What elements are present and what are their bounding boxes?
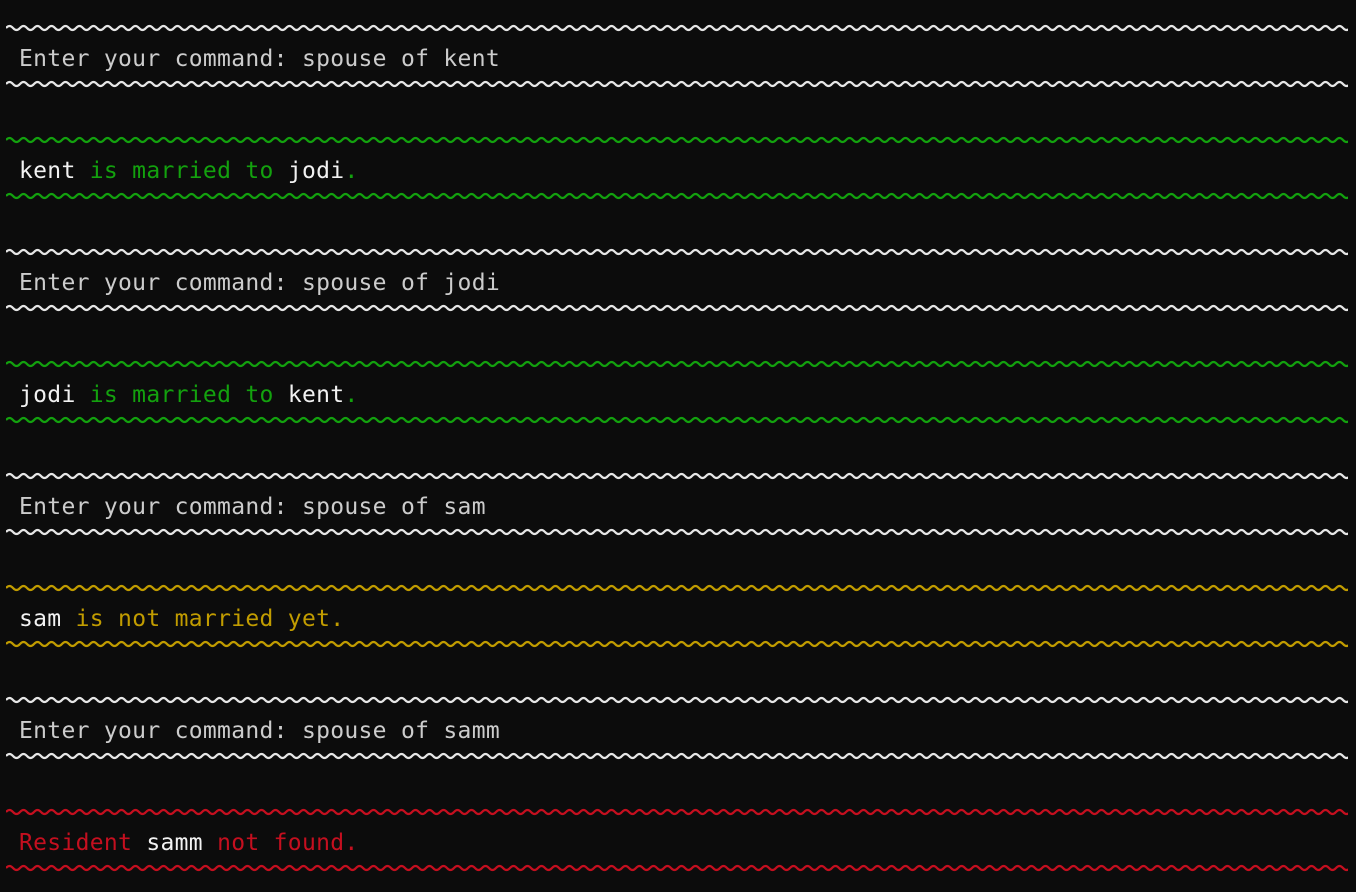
spouse-result-line: jodi is married to kent. <box>19 381 359 409</box>
prompt-bottom-rule <box>6 528 1348 536</box>
warning-bottom-rule <box>6 640 1348 648</box>
prompt-bottom-rule <box>6 752 1348 760</box>
resident-name: sam <box>19 606 62 632</box>
prompt-bottom-rule <box>6 80 1348 88</box>
warning-message: is not married yet. <box>61 606 345 632</box>
error-message: not found. <box>202 830 359 856</box>
warning-top-rule <box>6 584 1348 592</box>
spouse-name: jodi <box>287 158 345 184</box>
error-prefix: Resident <box>19 830 147 856</box>
prompt-bottom-rule <box>6 304 1348 312</box>
command-prompt-line: Enter your command: spouse of kent <box>19 45 500 73</box>
not-found-line: Resident samm not found. <box>19 829 359 857</box>
not-married-line: sam is not married yet. <box>19 605 344 633</box>
prompt-top-rule <box>6 248 1348 256</box>
result-message: is married to <box>75 382 288 408</box>
result-period: . <box>344 158 359 184</box>
success-top-rule <box>6 360 1348 368</box>
resident-name: kent <box>19 158 76 184</box>
command-prompt-text: Enter your command: spouse of samm <box>19 718 501 744</box>
result-message: is married to <box>75 158 288 184</box>
success-bottom-rule <box>6 192 1348 200</box>
resident-name: samm <box>146 830 203 856</box>
prompt-top-rule <box>6 472 1348 480</box>
error-bottom-rule <box>6 864 1348 872</box>
spouse-result-line: kent is married to jodi. <box>19 157 359 185</box>
command-prompt-line: Enter your command: spouse of sam <box>19 493 486 521</box>
resident-name: jodi <box>19 382 76 408</box>
spouse-name: kent <box>287 382 345 408</box>
error-top-rule <box>6 808 1348 816</box>
result-period: . <box>344 382 359 408</box>
command-prompt-line: Enter your command: spouse of jodi <box>19 269 500 297</box>
success-top-rule <box>6 136 1348 144</box>
prompt-top-rule <box>6 24 1348 32</box>
command-prompt-text: Enter your command: spouse of kent <box>19 46 501 72</box>
command-prompt-text: Enter your command: spouse of jodi <box>19 270 501 296</box>
command-prompt-line: Enter your command: spouse of samm <box>19 717 500 745</box>
success-bottom-rule <box>6 416 1348 424</box>
command-prompt-text: Enter your command: spouse of sam <box>19 494 486 520</box>
prompt-top-rule <box>6 696 1348 704</box>
terminal-window[interactable]: Enter your command: spouse of kent kent i… <box>0 0 1356 892</box>
